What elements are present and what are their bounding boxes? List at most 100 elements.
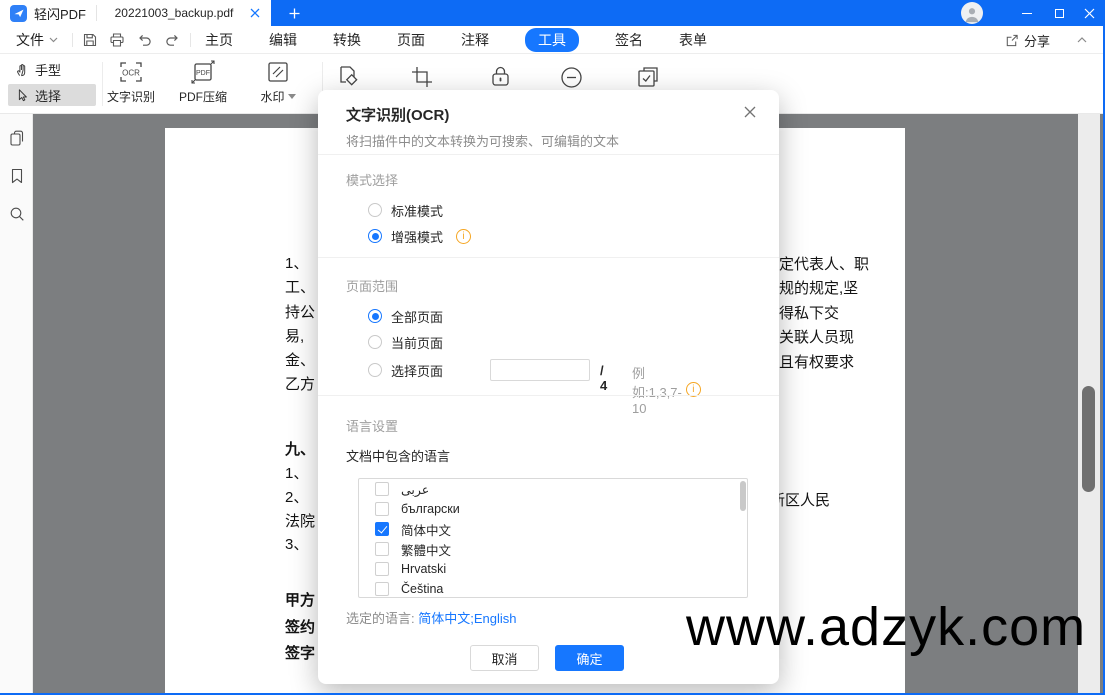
doc-line: 工、 [285, 276, 315, 300]
chevron-down-icon [49, 37, 58, 43]
checkbox-icon [375, 482, 389, 496]
language-list-scrollbar[interactable] [740, 481, 746, 511]
redact-tool-button[interactable] [557, 63, 585, 91]
select-tool-button[interactable]: 选择 [8, 84, 96, 106]
language-option-arabic[interactable]: عربى [359, 479, 747, 499]
bookmark-icon [8, 167, 26, 185]
save-icon[interactable] [82, 32, 98, 48]
minimize-button[interactable] [1012, 0, 1042, 26]
ocr-tool-button[interactable]: OCR 文字识别 [98, 59, 164, 105]
checkbox-icon [375, 562, 389, 576]
user-avatar[interactable] [961, 2, 983, 24]
checkbox-checked-icon [375, 522, 389, 536]
mode-section-label: 模式选择 [346, 170, 398, 189]
doc-line: 新区人民 [770, 489, 830, 513]
tab-close-icon[interactable] [247, 5, 263, 21]
hand-tool-button[interactable]: 手型 [14, 59, 61, 80]
doc-paragraph-right: 定代表人、职 规的规定,坚 得私下交 关联人员现 且有权要求 [779, 253, 869, 375]
radio-icon [368, 335, 382, 349]
cancel-button[interactable]: 取消 [470, 645, 539, 671]
dialog-subtitle: 将扫描件中的文本转换为可搜索、可编辑的文本 [346, 131, 619, 150]
print-icon[interactable] [109, 32, 125, 48]
menu-item-home[interactable]: 主页 [205, 30, 233, 50]
menu-item-sign[interactable]: 签名 [615, 30, 643, 50]
confirm-button[interactable]: 确定 [555, 645, 624, 671]
language-label: български [401, 502, 460, 516]
maximize-icon [1055, 9, 1064, 18]
language-option-bulgarian[interactable]: български [359, 499, 747, 519]
protect-tool-button[interactable] [486, 63, 514, 91]
scrollbar-thumb[interactable] [1082, 386, 1095, 492]
minus-circle-icon [559, 65, 584, 90]
crop-icon [410, 65, 434, 89]
radio-enhanced-mode[interactable]: 增强模式 i [368, 228, 471, 244]
crop-tool-button[interactable] [408, 63, 436, 91]
thumbnails-panel-button[interactable] [8, 129, 26, 147]
pages-icon [8, 129, 26, 147]
title-bar: 轻闪PDF 20221003_backup.pdf [0, 0, 1105, 26]
main-menu: 主页 编辑 转换 页面 注释 工具 签名 表单 [205, 26, 707, 54]
radio-standard-mode[interactable]: 标准模式 [368, 202, 443, 218]
dialog-close-icon[interactable] [741, 103, 759, 121]
maximize-button[interactable] [1044, 0, 1074, 26]
menu-item-convert[interactable]: 转换 [333, 30, 361, 50]
info-icon[interactable]: i [456, 229, 471, 244]
menu-item-pages[interactable]: 页面 [397, 30, 425, 50]
doc-line: 持公 [285, 301, 315, 325]
language-label: عربى [401, 482, 429, 497]
search-icon [8, 205, 26, 223]
checkbox-icon [375, 582, 389, 596]
minimize-icon [1022, 13, 1032, 14]
doc-line: 规的规定,坚 [779, 277, 869, 301]
collapse-toolbar-button[interactable] [1070, 26, 1094, 54]
radio-icon [368, 203, 382, 217]
selected-languages-link[interactable]: 简体中文;English [418, 611, 516, 626]
radio-custom-pages[interactable]: 选择页面 / 4 例如:1,3,7-10 i [368, 362, 443, 378]
language-option-simplified-chinese[interactable]: 简体中文 [359, 519, 747, 539]
compress-tool-button[interactable]: PDF PDF压缩 [170, 59, 236, 105]
pdf-compress-icon: PDF [189, 59, 217, 85]
radio-all-pages[interactable]: 全部页面 [368, 308, 443, 324]
doc-line: 法院 [285, 510, 315, 534]
language-option-traditional-chinese[interactable]: 繁體中文 [359, 539, 747, 559]
divider [190, 33, 191, 47]
menu-item-edit[interactable]: 编辑 [269, 30, 297, 50]
menu-item-annotate[interactable]: 注释 [461, 30, 489, 50]
range-section-label: 页面范围 [346, 276, 398, 295]
menu-item-forms[interactable]: 表单 [679, 30, 707, 50]
share-button[interactable]: 分享 [1004, 26, 1050, 54]
undo-icon[interactable] [136, 32, 153, 48]
doc-line: 签约 [285, 616, 315, 643]
language-option-croatian[interactable]: Hrvatski [359, 559, 747, 579]
language-label: Čeština [401, 582, 443, 596]
app-name: 轻闪PDF [34, 4, 86, 23]
document-tab[interactable]: 20221003_backup.pdf [108, 0, 240, 26]
doc-line: 关联人员现 [779, 326, 869, 350]
form-tool-button[interactable] [634, 63, 662, 91]
menu-item-tools[interactable]: 工具 [525, 28, 579, 52]
language-list[interactable]: عربى български 简体中文 繁體中文 Hrvatski Češtin… [358, 478, 748, 598]
doc-line: 2、 [285, 486, 315, 510]
divider [96, 5, 97, 21]
select-tool-label: 选择 [35, 86, 61, 105]
radio-label: 当前页面 [391, 333, 443, 352]
file-menu[interactable]: 文件 [16, 26, 58, 54]
radio-current-page[interactable]: 当前页面 [368, 334, 443, 350]
new-tab-button[interactable] [286, 5, 302, 21]
erase-tool-button[interactable] [334, 63, 362, 91]
doc-line: 1、 [285, 462, 315, 486]
watermark-tool-button[interactable]: 水印 [245, 59, 311, 105]
bookmarks-panel-button[interactable] [8, 167, 26, 185]
radio-label: 选择页面 [391, 361, 443, 380]
close-window-button[interactable] [1074, 0, 1104, 26]
radio-label: 增强模式 [391, 227, 443, 246]
page-range-input[interactable] [490, 359, 590, 381]
hand-icon [14, 62, 29, 78]
search-panel-button[interactable] [8, 205, 26, 223]
file-menu-label: 文件 [16, 30, 44, 50]
form-check-icon [635, 64, 661, 90]
compress-tool-label: PDF压缩 [179, 88, 227, 105]
total-pages-label: / 4 [600, 363, 607, 393]
site-watermark: www.adzyk.com [686, 596, 1086, 658]
redo-icon[interactable] [164, 32, 181, 48]
